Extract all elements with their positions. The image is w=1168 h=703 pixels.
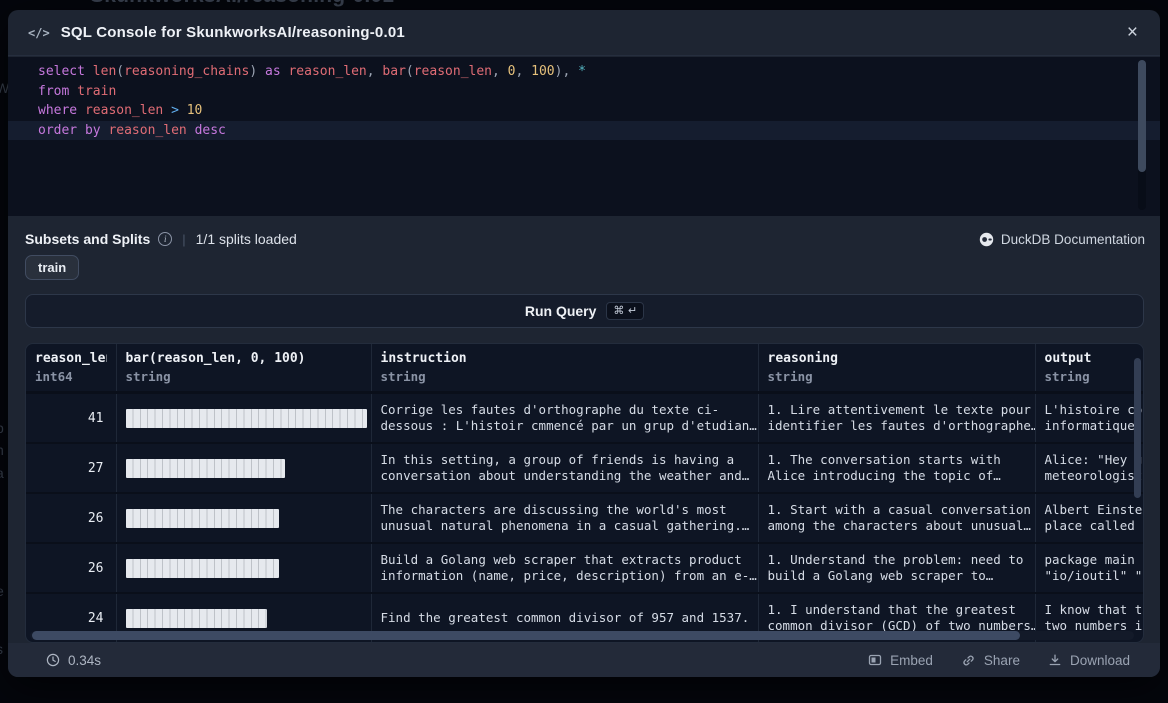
shortcut-kbd: ⌘ ↵ (606, 302, 644, 320)
column-header: reason_lenint64 (26, 344, 116, 393)
bar-visualization (126, 559, 279, 578)
cell-reasoning: 1. The conversation starts with Alice in… (758, 443, 1035, 493)
separator: | (182, 232, 185, 247)
background-letter: s (0, 641, 3, 657)
cell-bar (116, 493, 371, 543)
split-chips: train (25, 255, 79, 280)
cell-instruction: Corrige les fautes d'orthographe du text… (371, 393, 758, 444)
bar-visualization (126, 459, 285, 478)
code-line[interactable]: from train (8, 82, 1160, 102)
embed-label: Embed (890, 653, 933, 668)
cell-output: L'histoire co informatique (1035, 393, 1143, 444)
duckdb-doc-link[interactable]: DuckDB Documentation (979, 232, 1145, 247)
run-query-label: Run Query (525, 303, 597, 319)
table-header-row: reason_lenint64bar(reason_len, 0, 100)st… (26, 344, 1143, 393)
cell-reason-len: 27 (26, 443, 116, 493)
editor-scrollbar[interactable] (1138, 60, 1146, 210)
background-letter: b (0, 420, 4, 436)
table-horizontal-scrollbar[interactable] (30, 631, 1134, 640)
table-row: 26 The characters are discussing the worl… (26, 493, 1143, 543)
background-letter: h (0, 442, 4, 458)
split-chip-train[interactable]: train (25, 255, 79, 280)
cell-bar (116, 443, 371, 493)
embed-button[interactable]: Embed (868, 653, 933, 668)
cell-reasoning: 1. Lire attentivement le texte pour iden… (758, 393, 1035, 444)
bar-visualization (126, 509, 279, 528)
results-table: reason_lenint64bar(reason_len, 0, 100)st… (25, 343, 1144, 643)
cell-bar (116, 393, 371, 444)
download-button[interactable]: Download (1048, 653, 1130, 668)
table-row: 26 Build a Golang web scraper that extrac… (26, 543, 1143, 593)
table-row: 41 Corrige les fautes d'orthographe du te… (26, 393, 1143, 444)
share-button[interactable]: Share (961, 653, 1020, 668)
modal-title: SQL Console for SkunkworksAI/reasoning-0… (61, 24, 405, 41)
query-duration: 0.34s (46, 653, 101, 668)
modal-header: </> SQL Console for SkunkworksAI/reasoni… (8, 10, 1160, 56)
run-query-button[interactable]: Run Query ⌘ ↵ (25, 294, 1144, 328)
code-icon: </> (28, 26, 50, 40)
cell-instruction: The characters are discussing the world'… (371, 493, 758, 543)
sql-code[interactable]: select len(reasoning_chains) as reason_l… (8, 57, 1160, 140)
cell-reason-len: 26 (26, 543, 116, 593)
cell-output: Albert Einste place called (1035, 493, 1143, 543)
share-label: Share (984, 653, 1020, 668)
duration-value: 0.34s (68, 653, 101, 668)
cell-instruction: Build a Golang web scraper that extracts… (371, 543, 758, 593)
sql-console-modal: </> SQL Console for SkunkworksAI/reasoni… (8, 10, 1160, 677)
embed-icon (868, 653, 882, 667)
code-line[interactable]: select len(reasoning_chains) as reason_l… (8, 62, 1160, 82)
cell-reason-len: 41 (26, 393, 116, 444)
close-icon[interactable]: × (1121, 21, 1144, 44)
column-header: reasoningstring (758, 344, 1035, 393)
download-icon (1048, 653, 1062, 667)
sql-editor[interactable]: select len(reasoning_chains) as reason_l… (8, 57, 1160, 216)
splits-heading: Subsets and Splits (25, 231, 150, 247)
background-letter: a (0, 465, 4, 481)
cell-bar (116, 543, 371, 593)
cell-reasoning: 1. Understand the problem: need to build… (758, 543, 1035, 593)
cell-reasoning: 1. Start with a casual conversation amon… (758, 493, 1035, 543)
query-results: reason_lenint64bar(reason_len, 0, 100)st… (26, 344, 1143, 642)
splits-row: Subsets and Splits i | 1/1 splits loaded… (25, 229, 1145, 249)
bar-visualization (126, 409, 367, 428)
table-row: 27 In this setting, a group of friends is… (26, 443, 1143, 493)
table-vscroll-thumb[interactable] (1134, 358, 1141, 498)
modal-footer: 0.34s Embed Share (8, 643, 1160, 677)
editor-scrollbar-thumb[interactable] (1138, 60, 1146, 172)
cell-reason-len: 26 (26, 493, 116, 543)
footer-actions: Embed Share Download (868, 653, 1130, 668)
bar-visualization (126, 609, 267, 628)
code-line[interactable]: where reason_len > 10 (8, 101, 1160, 121)
table-vertical-scrollbar[interactable] (1134, 352, 1141, 636)
clock-icon (46, 653, 60, 667)
cell-instruction: In this setting, a group of friends is h… (371, 443, 758, 493)
info-icon[interactable]: i (158, 232, 172, 246)
column-header: instructionstring (371, 344, 758, 393)
column-header: outputstring (1035, 344, 1143, 393)
download-label: Download (1070, 653, 1130, 668)
column-header: bar(reason_len, 0, 100)string (116, 344, 371, 393)
background-letter: e (0, 583, 4, 599)
link-icon (961, 653, 976, 668)
code-line[interactable]: order by reason_len desc (8, 121, 1160, 141)
cell-output: package main "io/ioutil" " (1035, 543, 1143, 593)
table-hscroll-thumb[interactable] (32, 631, 1020, 640)
doc-link-label: DuckDB Documentation (1001, 232, 1145, 247)
cell-output: Alice: "Hey g meteorologist (1035, 443, 1143, 493)
background-page-title: SkunkworksAI/reasoning-0.01 (90, 0, 394, 8)
duckdb-icon (979, 232, 994, 247)
splits-status: 1/1 splits loaded (196, 231, 297, 247)
